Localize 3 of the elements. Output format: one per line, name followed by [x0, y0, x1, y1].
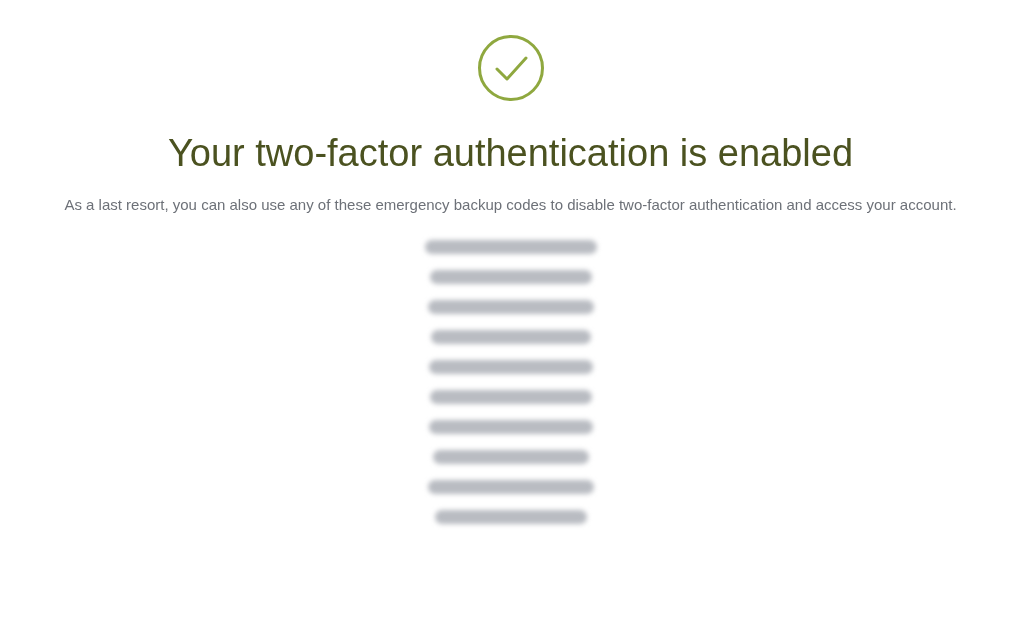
page-title: Your two-factor authentication is enabled: [167, 131, 854, 176]
checkmark-icon: [476, 34, 545, 102]
backup-codes-message: As a last resort, you can also use any of these emergency backup codes to disable two-factor authentication and access your account.: [64, 195, 957, 215]
